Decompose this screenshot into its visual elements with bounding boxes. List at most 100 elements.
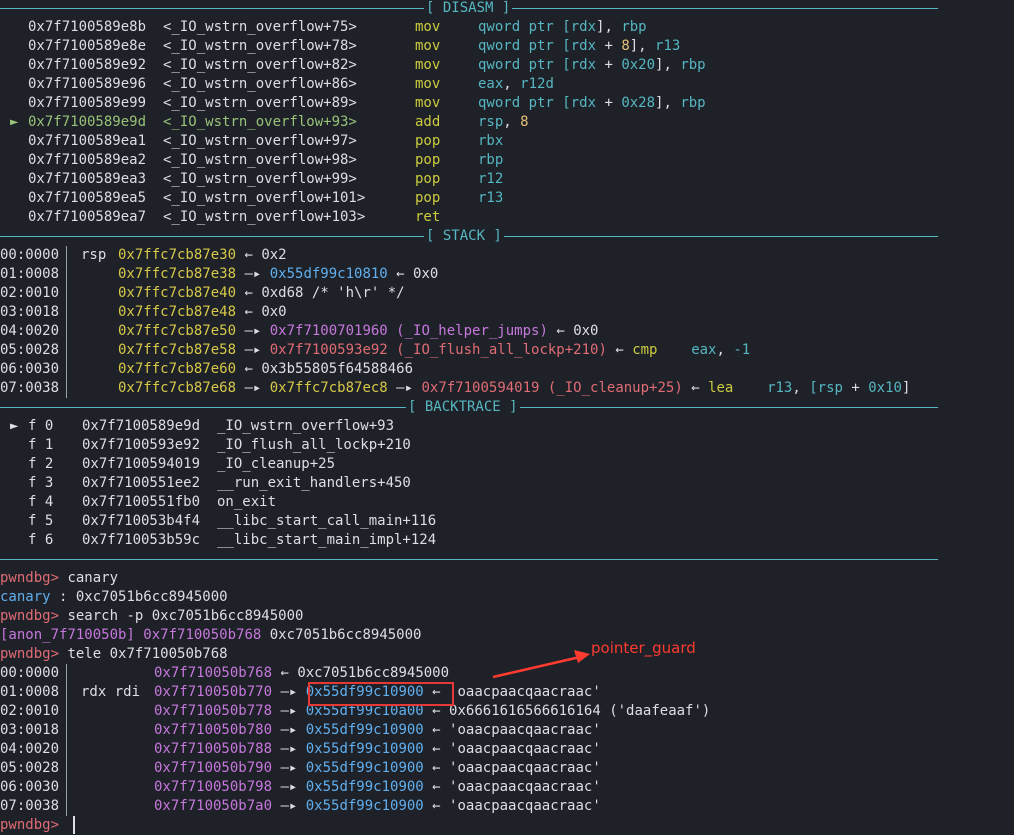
value-segment: ] <box>901 380 911 396</box>
stack-register: rsp <box>81 247 107 263</box>
console-line: canary : 0xc7051b6cc8945000 <box>0 588 228 607</box>
instruction-address: 0x7f7100589e99 <box>28 95 147 111</box>
value-segment: : <box>50 589 76 605</box>
instruction-operands: rsp, 8 <box>478 113 529 132</box>
stack-offset: 07:0038 <box>0 380 60 396</box>
value-segment: pwndbg> <box>0 646 68 662</box>
backtrace-row: f 2 0x7f7100594019 _IO_cleanup+25 <box>0 455 1014 474</box>
instruction-mnemonic: mov <box>415 95 441 111</box>
value-segment: 0x7f710050b798 <box>154 779 273 795</box>
value-segment: 0x0 <box>261 304 287 320</box>
value-segment <box>733 380 767 396</box>
instruction-symbol: <_IO_wstrn_overflow+103> <box>163 209 366 225</box>
tele-offset: 03:0018 <box>0 722 60 738</box>
value-segment: 0x10 <box>868 380 902 396</box>
value-segment: lea <box>708 380 734 396</box>
instruction-symbol: <_IO_wstrn_overflow+82> <box>163 57 357 73</box>
value-segment: —▸ <box>236 380 270 396</box>
value-segment: [rdx <box>562 38 597 54</box>
stack-value: 0x7ffc7cb87e60 ← 0x3b55805f64588466 <box>118 360 413 379</box>
value-segment: 'oaacpaacqaacraac' <box>449 798 601 814</box>
value-segment: qword ptr <box>478 95 563 111</box>
frame-marker: ► <box>10 418 19 434</box>
backtrace-row: f 1 0x7f7100593e92 _IO_flush_all_lockp+210 <box>0 436 1014 455</box>
value-segment: 0x7f710050b768 <box>154 665 273 681</box>
value-segment: r12 <box>478 171 504 187</box>
value-segment: ← <box>423 779 450 795</box>
instruction-operands: rbx <box>478 132 503 151</box>
tele-value: 0x7f710050b7a0 —▸ 0x55df99c10900 ← 'oaac… <box>154 797 601 816</box>
tele-offset: 00:0000 <box>0 665 60 681</box>
value-segment: 0x7f710050b790 <box>154 760 273 776</box>
value-segment: pwndbg> <box>0 570 68 586</box>
value-segment: [rdx <box>562 19 597 35</box>
value-segment: —▸ <box>387 380 422 396</box>
tele-offset: 05:0028 <box>0 760 60 776</box>
instruction-operands: rbp <box>478 151 503 170</box>
backtrace-header: [ BACKTRACE ] <box>406 398 520 417</box>
instruction-operands: qword ptr [rdx + 8], r13 <box>478 37 680 56</box>
value-segment: cmp <box>632 342 658 358</box>
value-segment: 0x55df99c10900 <box>305 760 424 776</box>
disasm-row: 0x7f7100589e96 <_IO_wstrn_overflow+86> mov… <box>0 75 1014 94</box>
value-segment: qword ptr <box>478 38 563 54</box>
frame-address: 0x7f7100551ee2 <box>82 475 201 491</box>
frame-address: 0x7f7100593e92 <box>82 437 201 453</box>
stack-row: 07:0038 0x7ffc7cb87e68 —▸ 0x7ffc7cb87ec8 … <box>0 379 1014 398</box>
value-segment: —▸ <box>236 323 270 339</box>
value-segment: ← <box>606 342 633 358</box>
value-segment: —▸ <box>272 741 306 757</box>
tele-row: 02:0010 0x7f710050b778 —▸ 0x55df99c10a00 … <box>0 702 1014 721</box>
value-segment: rbp <box>680 95 706 111</box>
instruction-mnemonic: pop <box>415 190 441 206</box>
value-segment: 'oaacpaacqaacraac' <box>449 722 601 738</box>
instruction-operands: qword ptr [rdx], rbp <box>478 18 647 37</box>
value-segment: eax <box>691 342 717 358</box>
value-segment: ← <box>236 285 262 301</box>
value-segment: 'oaacpaacqaacraac' <box>449 684 601 700</box>
value-segment: ← <box>682 380 709 396</box>
value-segment: 0x55df99c10810 <box>269 266 388 282</box>
value-segment: r12d <box>520 76 554 92</box>
final-prompt: pwndbg> <box>0 817 68 833</box>
tele-offset: 02:0010 <box>0 703 60 719</box>
frame-number: f 0 <box>28 418 54 434</box>
stack-header: [ STACK ] <box>424 227 504 246</box>
value-segment <box>657 342 691 358</box>
value-segment: ← <box>272 665 298 681</box>
value-segment: pwndbg> <box>0 608 68 624</box>
backtrace-row: ► f 0 0x7f7100589e9d _IO_wstrn_overflow+93 <box>0 417 1014 436</box>
instruction-symbol: <_IO_wstrn_overflow+97> <box>163 133 357 149</box>
value-segment: tele 0x7f710050b768 <box>67 646 228 662</box>
value-segment: ← <box>423 741 450 757</box>
value-segment: 0x28 <box>621 95 656 111</box>
stack-offset: 05:0028 <box>0 342 60 358</box>
value-segment: —▸ <box>236 266 270 282</box>
instruction-symbol: <_IO_wstrn_overflow+98> <box>163 152 357 168</box>
instruction-address: 0x7f7100589e92 <box>28 57 147 73</box>
disasm-row: 0x7f7100589e92 <_IO_wstrn_overflow+82> mov… <box>0 56 1014 75</box>
stack-offset: 03:0018 <box>0 304 60 320</box>
value-segment: ← <box>547 323 574 339</box>
value-segment: 0x7f710050b788 <box>154 741 273 757</box>
instruction-symbol: <_IO_wstrn_overflow+78> <box>163 38 357 54</box>
tele-offset: 01:0008 <box>0 684 60 700</box>
value-segment: 0xc7051b6cc8945000 <box>297 665 450 681</box>
frame-symbol: _IO_wstrn_overflow+93 <box>217 418 395 434</box>
value-segment: 'oaacpaacqaacraac' <box>449 779 601 795</box>
instruction-symbol: <_IO_wstrn_overflow+89> <box>163 95 357 111</box>
value-segment: canary <box>67 570 119 586</box>
value-segment: 0x7ffc7cb87e30 <box>118 247 237 263</box>
value-segment: 0x55df99c10900 <box>305 798 424 814</box>
frame-number: f 5 <box>28 513 54 529</box>
value-segment: 0x7ffc7cb87e58 <box>118 342 237 358</box>
stack-value: 0x7ffc7cb87e30 ← 0x2 <box>118 246 287 265</box>
console-line: pwndbg> search -p 0xc7051b6cc8945000 <box>0 607 303 626</box>
current-instruction-marker: ► <box>10 114 19 130</box>
terminal-cursor[interactable] <box>73 816 75 834</box>
disasm-row: 0x7f7100589e8e <_IO_wstrn_overflow+78> mov… <box>0 37 1014 56</box>
stack-row: 01:0008 0x7ffc7cb87e38 —▸ 0x55df99c10810 … <box>0 265 1014 284</box>
value-segment: ], <box>655 95 681 111</box>
value-segment: rbp <box>680 57 706 73</box>
stack-row: 03:0018 0x7ffc7cb87e48 ← 0x0 <box>0 303 1014 322</box>
